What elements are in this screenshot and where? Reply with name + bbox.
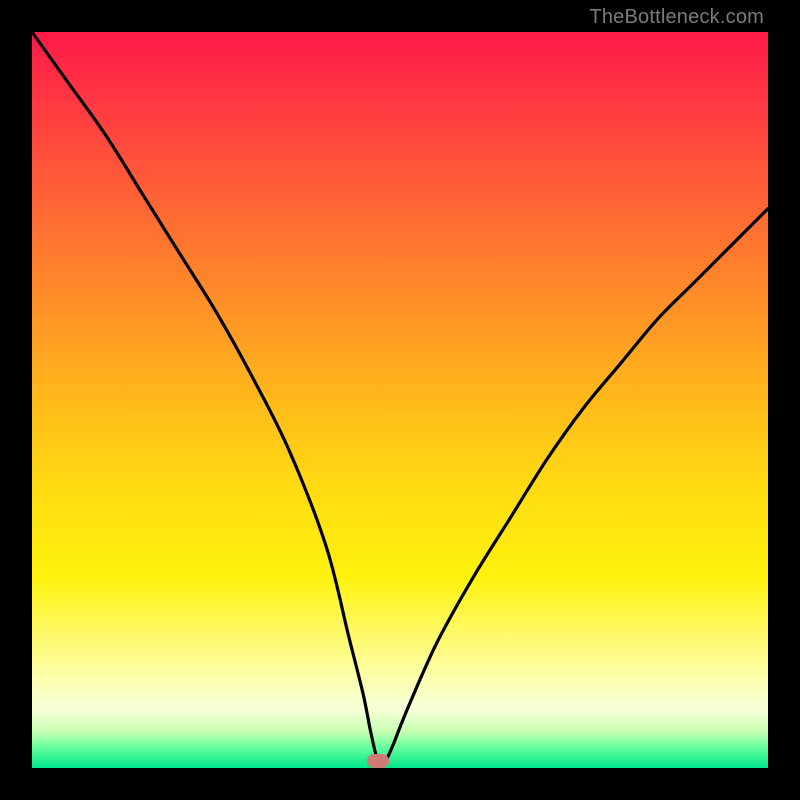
chart-frame: TheBottleneck.com: [0, 0, 800, 800]
plot-area: [32, 32, 768, 768]
optimal-marker: [367, 754, 389, 768]
watermark-text: TheBottleneck.com: [589, 6, 764, 29]
bottleneck-curve: [32, 32, 768, 768]
